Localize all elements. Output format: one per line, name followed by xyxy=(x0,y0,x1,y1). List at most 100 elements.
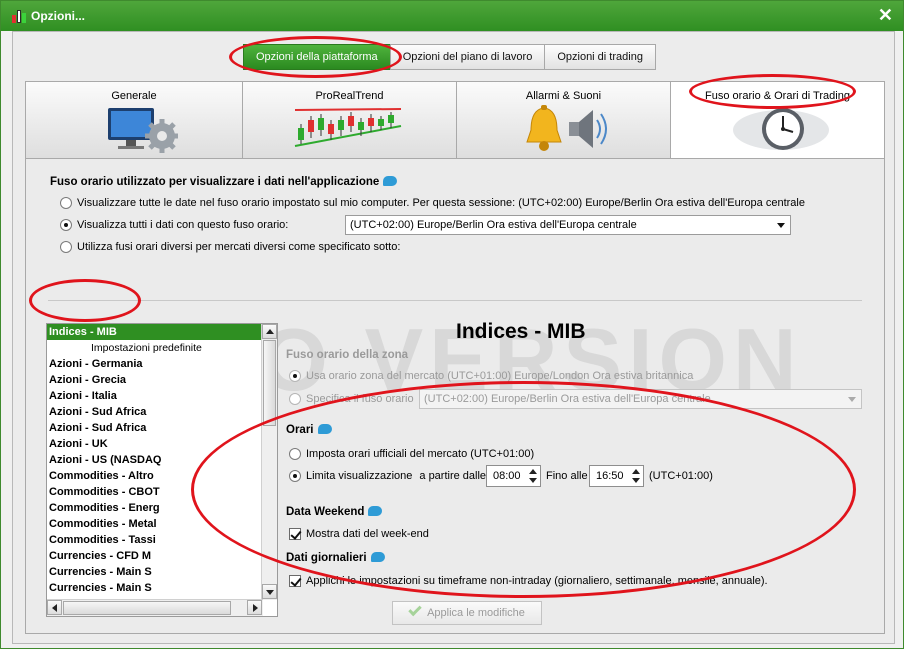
monitor-gear-icon xyxy=(108,108,178,153)
daily-option[interactable]: Applichi le impostazioni su timeframe no… xyxy=(289,575,768,587)
list-item[interactable]: Indices - MIB xyxy=(47,324,263,340)
help-bubble-icon[interactable] xyxy=(368,506,383,516)
weekend-checkbox-label: Mostra dati del week-end xyxy=(306,528,429,540)
market-list[interactable]: Indices - MIB Impostazioni predefinite A… xyxy=(46,323,278,617)
tz-option-computer-radio[interactable] xyxy=(60,197,72,209)
horizontal-scroll-thumb[interactable] xyxy=(63,601,231,615)
market-list-items: Indices - MIB Impostazioni predefinite A… xyxy=(47,324,277,596)
apply-changes-label: Applica le modifiche xyxy=(427,607,525,619)
orari-option-official-radio[interactable] xyxy=(289,448,301,460)
zone-option-market: Usa orario zona del mercato (UTC+01:00) … xyxy=(289,370,693,382)
tz-select[interactable]: (UTC+02:00) Europe/Berlin Ora estiva del… xyxy=(345,215,791,235)
list-item[interactable]: Currencies - Main S xyxy=(47,564,263,580)
orari-option-limit[interactable]: Limita visualizzazione a partire dalle xyxy=(289,470,486,482)
weekend-checkbox[interactable] xyxy=(289,528,301,540)
from-time-stepper[interactable]: 08:00 xyxy=(486,465,541,487)
tz-option-per-market[interactable]: Utilizza fusi orari diversi per mercati … xyxy=(60,241,400,253)
tab-timezone-label: Fuso orario & Orari di Trading xyxy=(705,90,850,102)
tab-alarms-sounds[interactable]: Allarmi & Suoni xyxy=(456,81,671,159)
zone-select: (UTC+02:00) Europe/Berlin Ora estiva del… xyxy=(419,389,862,409)
trading-options-button[interactable]: Opzioni di trading xyxy=(544,44,656,70)
scroll-right-button[interactable] xyxy=(247,600,262,615)
timezone-section-title: Fuso orario utilizzato per visualizzare … xyxy=(50,176,398,188)
daily-checkbox[interactable] xyxy=(289,575,301,587)
tz-option-computer[interactable]: Visualizzare tutte le date nel fuso orar… xyxy=(60,197,805,209)
chevron-down-icon[interactable] xyxy=(774,218,788,232)
list-item[interactable]: Azioni - Germania xyxy=(47,356,263,372)
tab-general[interactable]: Generale xyxy=(25,81,243,159)
to-label: Fino alle xyxy=(546,470,588,482)
zone-option-custom-radio xyxy=(289,393,301,405)
list-item[interactable]: Azioni - Italia xyxy=(47,388,263,404)
list-item[interactable]: Commodities - Tassi xyxy=(47,532,263,548)
market-detail-title: Indices - MIB xyxy=(456,320,586,343)
zone-option-market-radio xyxy=(289,370,301,382)
to-time-value: 16:50 xyxy=(596,470,624,482)
to-time-stepper[interactable]: 16:50 xyxy=(589,465,644,487)
tz-option-per-market-radio[interactable] xyxy=(60,241,72,253)
apply-changes-button[interactable]: Applica le modifiche xyxy=(392,601,542,625)
spinner-arrows-icon[interactable] xyxy=(630,467,642,485)
orari-option-official-label: Imposta orari ufficiali del mercato (UTC… xyxy=(306,448,535,460)
help-bubble-icon[interactable] xyxy=(383,176,398,186)
list-vertical-scrollbar[interactable] xyxy=(261,324,277,600)
window-title: Opzioni... xyxy=(31,9,85,23)
from-time-value: 08:00 xyxy=(493,470,521,482)
list-item[interactable]: Azioni - US (NASDAQ xyxy=(47,452,263,468)
workspace-options-button[interactable]: Opzioni del piano di lavoro xyxy=(389,44,546,70)
weekend-section-title-text: Data Weekend xyxy=(286,506,365,518)
tab-prorealtrend[interactable]: ProRealTrend xyxy=(242,81,457,159)
tab-general-label: Generale xyxy=(111,90,157,102)
orari-option-limit-radio[interactable] xyxy=(289,470,301,482)
list-item[interactable]: Commodities - CBOT xyxy=(47,484,263,500)
tz-option-computer-label: Visualizzare tutte le date nel fuso orar… xyxy=(77,197,805,209)
app-logo-icon xyxy=(11,9,27,23)
help-bubble-icon[interactable] xyxy=(370,552,385,562)
list-item[interactable]: Impostazioni predefinite xyxy=(47,340,263,356)
scroll-up-button[interactable] xyxy=(262,324,277,339)
tz-option-fixed[interactable]: Visualizza tutti i dati con questo fuso … xyxy=(60,219,288,231)
list-item[interactable]: Currencies - Main S xyxy=(47,580,263,596)
list-item[interactable]: Currencies - CFD M xyxy=(47,548,263,564)
daily-section-title-text: Dati giornalieri xyxy=(286,552,367,564)
bell-speaker-icon xyxy=(526,105,607,151)
list-item[interactable]: Azioni - Sud Africa xyxy=(47,404,263,420)
zone-option-market-label: Usa orario zona del mercato (UTC+01:00) … xyxy=(306,370,694,382)
spinner-arrows-icon[interactable] xyxy=(527,467,539,485)
list-item[interactable]: Azioni - Grecia xyxy=(47,372,263,388)
list-item[interactable]: Commodities - Altro xyxy=(47,468,263,484)
help-bubble-icon[interactable] xyxy=(317,424,332,434)
platform-options-button[interactable]: Opzioni della piattaforma xyxy=(243,44,391,70)
tz-option-fixed-radio[interactable] xyxy=(60,219,72,231)
timezone-panel: DEMO VERSION Fuso orario utilizzato per … xyxy=(25,158,885,634)
dialog-body: Opzioni della piattaforma Opzioni del pi… xyxy=(12,31,895,644)
list-item[interactable]: Commodities - Energ xyxy=(47,500,263,516)
scroll-down-button[interactable] xyxy=(262,584,277,599)
daily-checkbox-label: Applichi le impostazioni su timeframe no… xyxy=(306,575,768,587)
tab-timezone-trading-hours[interactable]: Fuso orario & Orari di Trading xyxy=(670,81,885,160)
weekend-section-title: Data Weekend xyxy=(286,506,383,518)
scroll-left-button[interactable] xyxy=(47,600,62,615)
list-horizontal-scrollbar[interactable] xyxy=(47,599,263,616)
close-icon[interactable]: ✕ xyxy=(878,5,893,26)
settings-tabs: Generale ProRealTrend Allarmi & Suoni Fu… xyxy=(25,81,885,160)
candlestick-trend-icon xyxy=(294,108,402,147)
top-button-group: Opzioni della piattaforma Opzioni del pi… xyxy=(243,44,656,70)
weekend-option[interactable]: Mostra dati del week-end xyxy=(289,528,429,540)
checkmark-icon xyxy=(408,602,422,617)
tz-option-fixed-label: Visualizza tutti i dati con questo fuso … xyxy=(77,219,289,231)
zone-select-value: (UTC+02:00) Europe/Berlin Ora estiva del… xyxy=(424,393,711,405)
zone-option-custom: Specifica il fuso orario xyxy=(289,393,414,405)
title-bar: Opzioni... ✕ xyxy=(1,1,903,31)
list-item[interactable]: Azioni - UK xyxy=(47,436,263,452)
orari-section-title-text: Orari xyxy=(286,424,314,436)
options-window: Opzioni... ✕ Opzioni della piattaforma O… xyxy=(0,0,904,649)
list-item[interactable]: Commodities - Metal xyxy=(47,516,263,532)
list-item[interactable]: Azioni - Sud Africa xyxy=(47,420,263,436)
tab-prorealtrend-label: ProRealTrend xyxy=(315,90,384,102)
orari-section-title: Orari xyxy=(286,424,332,436)
scroll-thumb[interactable] xyxy=(263,340,276,426)
tz-select-value: (UTC+02:00) Europe/Berlin Ora estiva del… xyxy=(350,219,637,231)
orari-option-official[interactable]: Imposta orari ufficiali del mercato (UTC… xyxy=(289,448,534,460)
zone-section-title: Fuso orario della zona xyxy=(286,349,409,361)
